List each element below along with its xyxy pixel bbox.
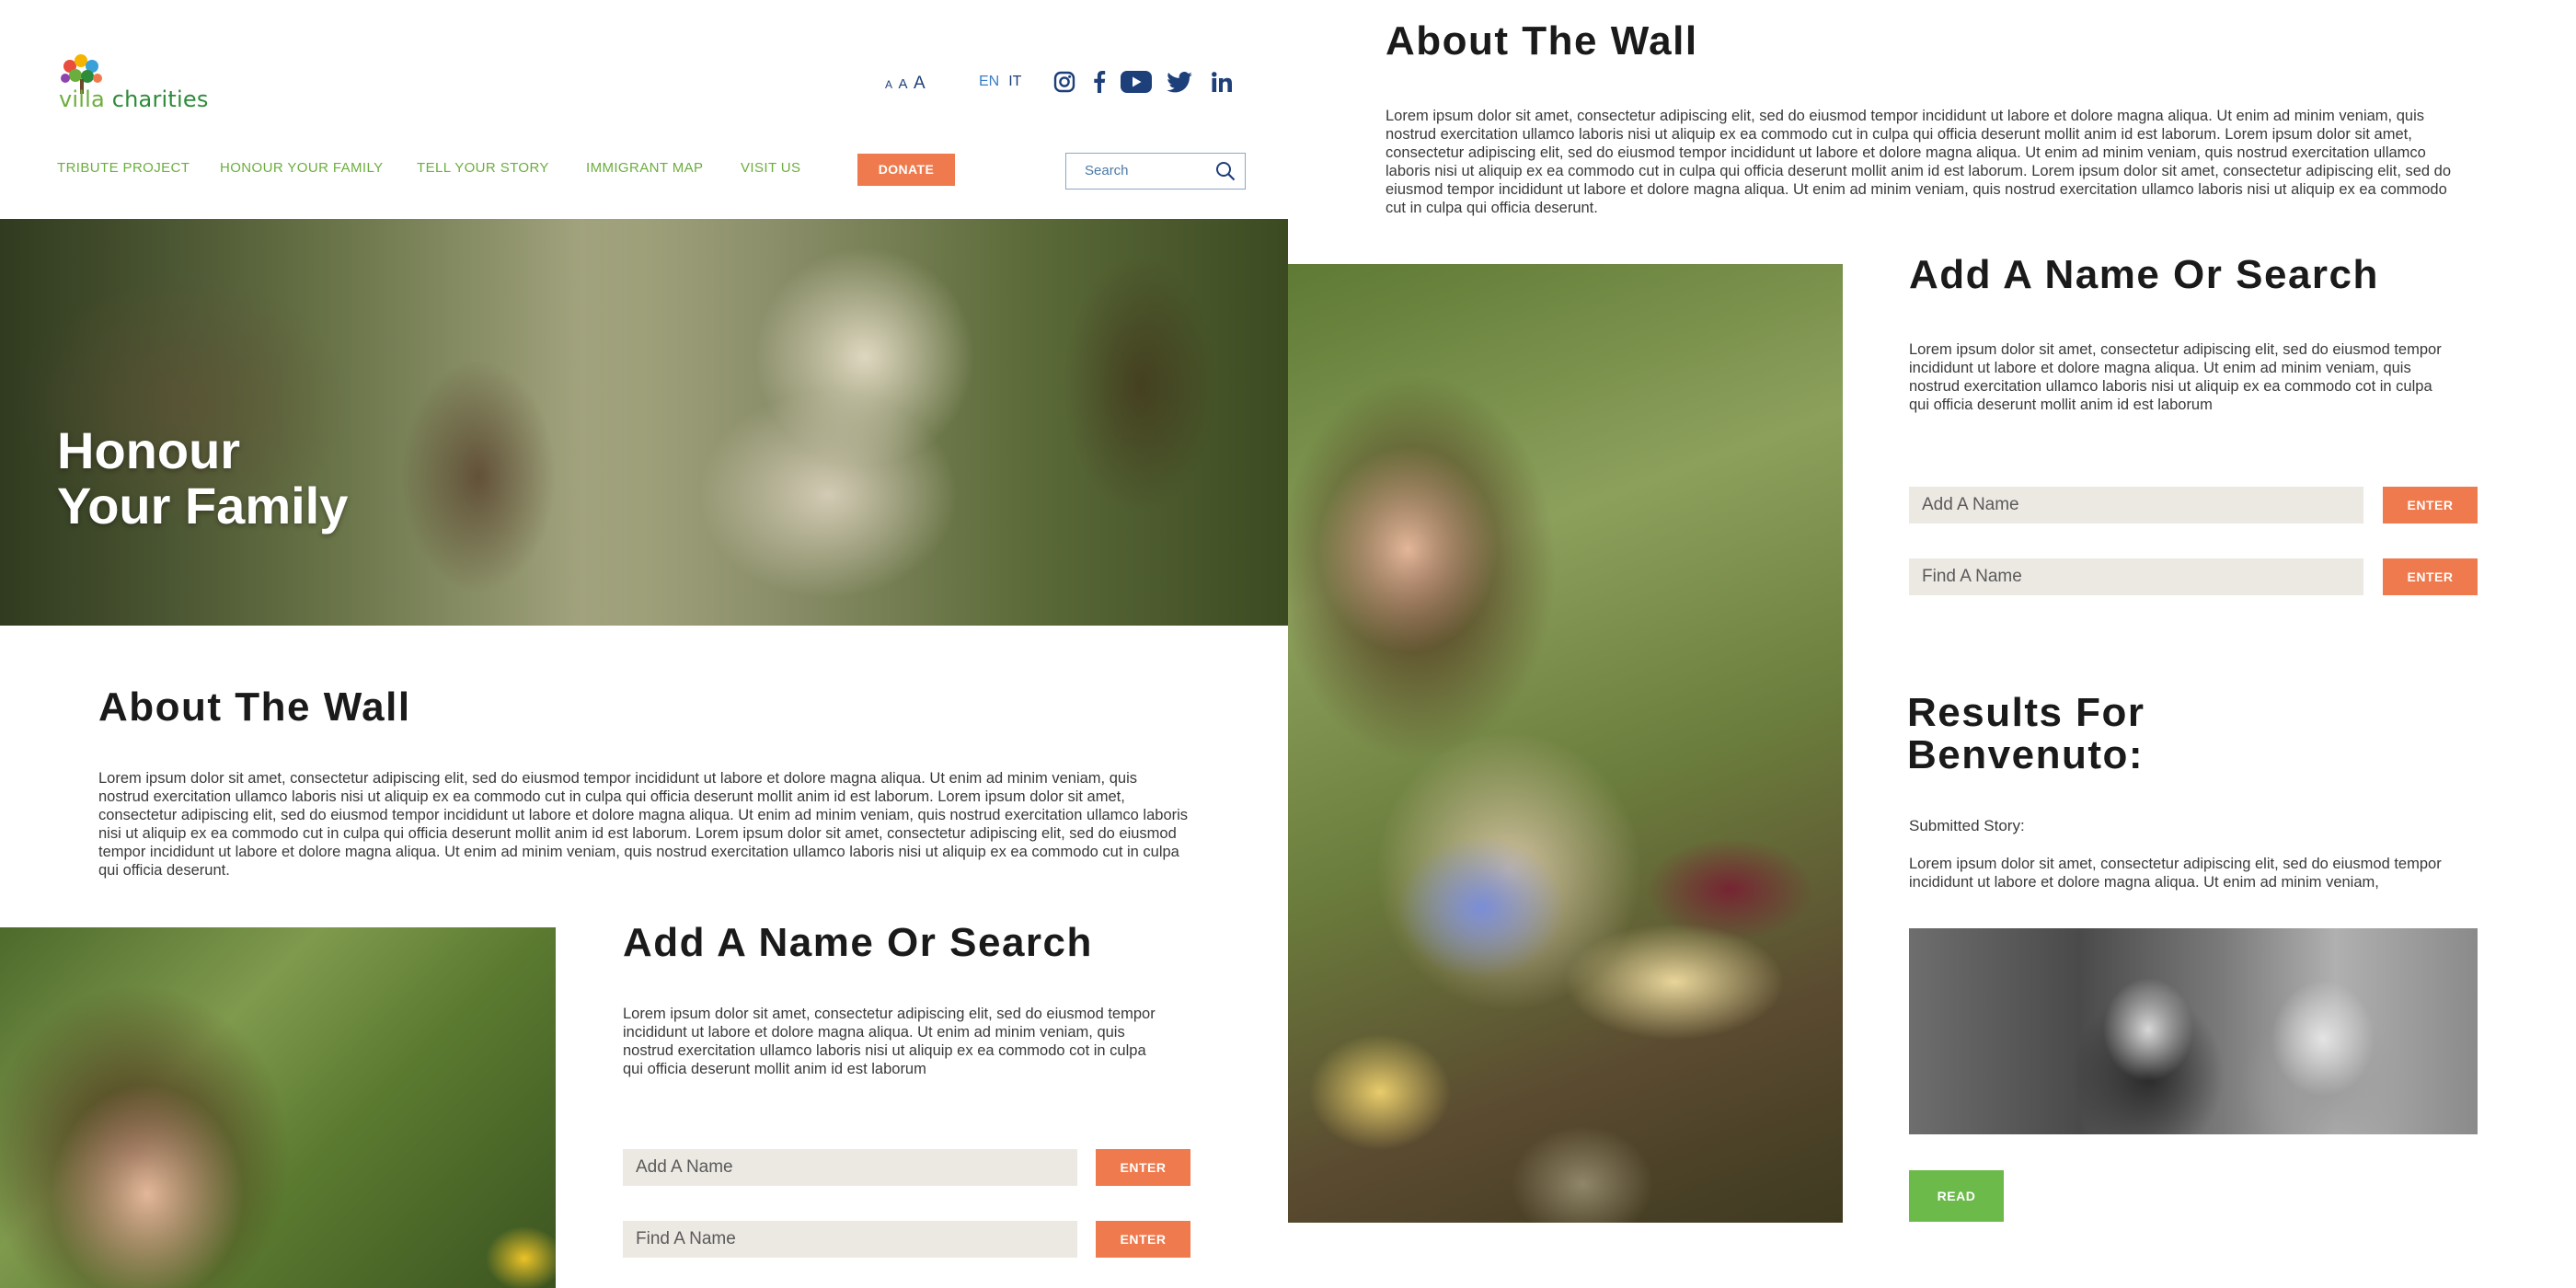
add-name-enter-button-right[interactable]: ENTER: [2383, 487, 2478, 523]
couple-portrait-photo: [1909, 928, 2478, 1134]
add-search-title-left: Add A Name Or Search: [623, 920, 1093, 965]
results-title: Results For Benvenuto:: [1907, 692, 2145, 776]
search-input[interactable]: [1066, 154, 1204, 188]
add-search-body-left: Lorem ipsum dolor sit amet, consectetur …: [623, 1006, 1156, 1077]
nav-tell-your-story[interactable]: TELL YOUR STORY: [417, 160, 549, 176]
add-name-input-left[interactable]: [623, 1149, 1077, 1186]
about-title-right: About The Wall: [1386, 18, 1698, 63]
find-name-enter-button-left[interactable]: ENTER: [1096, 1221, 1190, 1258]
add-search-title-right: Add A Name Or Search: [1909, 252, 2379, 297]
about-body-right: Lorem ipsum dolor sit amet, consectetur …: [1386, 108, 2452, 216]
font-size-large-button[interactable]: A: [914, 74, 926, 93]
hero-title: Honour Your Family: [57, 423, 348, 534]
find-name-enter-button-right[interactable]: ENTER: [2383, 558, 2478, 595]
submitted-story-excerpt: Lorem ipsum dolor sit amet, consectetur …: [1909, 856, 2442, 891]
language-en-link[interactable]: EN: [979, 74, 999, 89]
font-size-medium-button[interactable]: A: [898, 76, 907, 92]
nav-immigrant-map[interactable]: IMMIGRANT MAP: [586, 160, 703, 176]
add-name-enter-button-left[interactable]: ENTER: [1096, 1149, 1190, 1186]
results-title-line1: Results For: [1907, 690, 2145, 735]
add-name-input-right[interactable]: [1909, 487, 2363, 523]
hero-title-line1: Honour: [57, 421, 241, 479]
nav-tribute-project[interactable]: TRIBUTE PROJECT: [57, 160, 190, 176]
read-story-button[interactable]: READ: [1909, 1170, 2004, 1222]
about-body-left: Lorem ipsum dolor sit amet, consectetur …: [98, 770, 1189, 879]
logo-wordmark-charities: charities: [104, 86, 209, 112]
linkedin-icon[interactable]: [1211, 70, 1233, 94]
hero-title-line2: Your Family: [57, 477, 349, 535]
twitter-icon[interactable]: [1167, 70, 1192, 94]
logo-wordmark[interactable]: villa charities: [59, 86, 209, 112]
donate-button[interactable]: DONATE: [857, 154, 955, 186]
youtube-icon[interactable]: [1121, 70, 1152, 94]
facebook-icon[interactable]: [1091, 70, 1108, 94]
find-name-input-right[interactable]: [1909, 558, 2363, 595]
instagram-icon[interactable]: [1052, 70, 1076, 94]
search-icon[interactable]: [1215, 161, 1236, 185]
results-title-line2: Benvenuto:: [1907, 732, 2144, 777]
language-switcher: EN IT: [979, 74, 1021, 90]
woman-at-table-photo: [1288, 264, 1843, 1223]
find-name-input-left[interactable]: [623, 1221, 1077, 1258]
language-it-link[interactable]: IT: [1008, 74, 1021, 89]
add-search-body-right: Lorem ipsum dolor sit amet, consectetur …: [1909, 341, 2442, 413]
nav-visit-us[interactable]: VISIT US: [741, 160, 800, 176]
smiling-woman-photo: [0, 927, 556, 1288]
about-title-left: About The Wall: [98, 684, 411, 730]
font-size-small-button[interactable]: A: [885, 78, 892, 91]
submitted-story-label: Submitted Story:: [1909, 817, 2025, 834]
logo-wordmark-villa: villa: [59, 86, 105, 112]
font-size-controls: A A A: [885, 74, 927, 94]
search-box: [1065, 153, 1246, 190]
nav-honour-your-family[interactable]: HONOUR YOUR FAMILY: [220, 160, 384, 176]
